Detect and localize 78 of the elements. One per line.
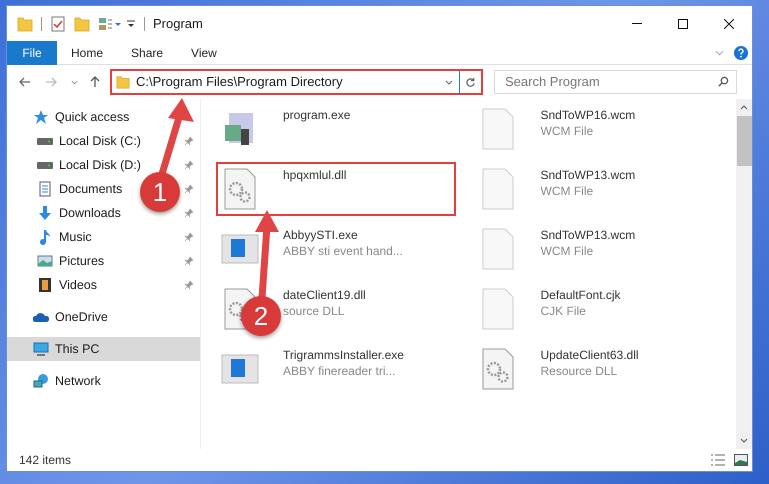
film-icon: [37, 277, 53, 293]
document-icon: [37, 181, 53, 197]
file-name[interactable]: DefaultFont.cjk: [540, 287, 621, 303]
refresh-icon: [465, 76, 476, 88]
scroll-down-icon[interactable]: [740, 438, 748, 443]
monitor-icon: [33, 341, 49, 357]
file-name[interactable]: SndToWP13.wcm: [540, 167, 636, 183]
nav-item[interactable]: Videos: [7, 273, 99, 297]
star-icon: [33, 109, 49, 125]
nav-item[interactable]: Pictures: [7, 249, 106, 273]
view-menu-icon[interactable]: [98, 16, 122, 32]
large-icons-view-icon[interactable]: [734, 454, 748, 466]
pin-icon: [184, 256, 194, 266]
nav-item[interactable]: Network: [7, 369, 103, 393]
item-count: 142 items: [19, 452, 72, 469]
file-name[interactable]: SndToWP16.wcm: [540, 107, 636, 123]
pin-icon: [184, 208, 194, 218]
file-name[interactable]: hpqxmlul.dll: [283, 167, 346, 183]
file-name[interactable]: program.exe: [283, 107, 350, 123]
folder-icon: [116, 75, 130, 89]
file-name[interactable]: UpdateClient63.dll: [540, 347, 639, 363]
nav-item[interactable]: This PC: [7, 337, 200, 361]
details-view-icon[interactable]: [710, 454, 726, 466]
down-arrow-icon: [37, 205, 53, 221]
address-field[interactable]: C:\Program Files\Program Directory: [110, 69, 483, 95]
customize-toolbar-icon[interactable]: [126, 18, 136, 28]
file-type: CJK File: [540, 303, 587, 319]
ribbon-tab[interactable]: Share: [117, 40, 178, 64]
drive-icon: [37, 162, 53, 168]
window-title: Program: [153, 14, 203, 33]
picture-icon: [37, 253, 53, 269]
scrollbar[interactable]: [736, 99, 752, 449]
pin-icon: [184, 184, 194, 194]
close-icon: [724, 18, 734, 28]
file-type: ABBY finereader tri...: [283, 363, 396, 379]
file-type: source DLL: [283, 303, 346, 319]
nav-item[interactable]: Quick access: [7, 105, 132, 129]
nav-item[interactable]: Downloads: [7, 201, 123, 225]
drive-icon: [37, 138, 53, 144]
ribbon-tab[interactable]: View: [177, 40, 231, 64]
up-icon[interactable]: [90, 76, 100, 88]
ribbon-tab[interactable]: Home: [57, 40, 118, 64]
minimize-icon: [632, 23, 642, 24]
file-type: ABBY sti event hand...: [283, 243, 403, 259]
dropdown-icon[interactable]: [445, 80, 453, 84]
nav-item[interactable]: Music: [7, 225, 94, 249]
pin-icon: [184, 280, 194, 290]
address-path: C:\Program Files\Program Directory: [136, 73, 343, 92]
file-type: Resource DLL: [540, 363, 618, 379]
music-note-icon: [37, 229, 53, 245]
file-name[interactable]: dateClient19.dll: [283, 287, 366, 303]
recent-locations-icon[interactable]: [71, 80, 78, 84]
pin-icon: [184, 160, 194, 170]
nav-item[interactable]: Local Disk (D:): [7, 153, 143, 177]
search-field[interactable]: Search Program: [494, 70, 737, 94]
file-name[interactable]: AbbyySTI.exe: [283, 227, 403, 243]
pin-icon: [184, 232, 194, 242]
file-name[interactable]: SndToWP13.wcm: [540, 227, 636, 243]
file-type: WCM File: [540, 123, 594, 139]
scroll-thumb[interactable]: [736, 116, 752, 166]
help-icon[interactable]: [734, 46, 748, 60]
expand-ribbon-icon[interactable]: [715, 50, 724, 56]
file-type: WCM File: [540, 183, 594, 199]
properties-icon[interactable]: [50, 16, 66, 32]
network-icon: [33, 373, 49, 389]
nav-item[interactable]: Documents: [7, 177, 124, 201]
pin-icon: [184, 136, 194, 146]
new-folder-icon: [74, 16, 90, 32]
ribbon-tab[interactable]: File: [7, 40, 57, 64]
file-type: WCM File: [540, 243, 594, 259]
scroll-up-icon[interactable]: [740, 105, 748, 110]
nav-item[interactable]: Local Disk (C:): [7, 129, 143, 153]
folder-icon: [17, 16, 33, 32]
file-name[interactable]: TrigrammsInstaller.exe: [283, 347, 404, 363]
nav-item[interactable]: OneDrive: [7, 305, 110, 329]
maximize-icon: [678, 18, 688, 28]
search-icon: [718, 76, 729, 87]
back-icon[interactable]: [19, 77, 31, 87]
